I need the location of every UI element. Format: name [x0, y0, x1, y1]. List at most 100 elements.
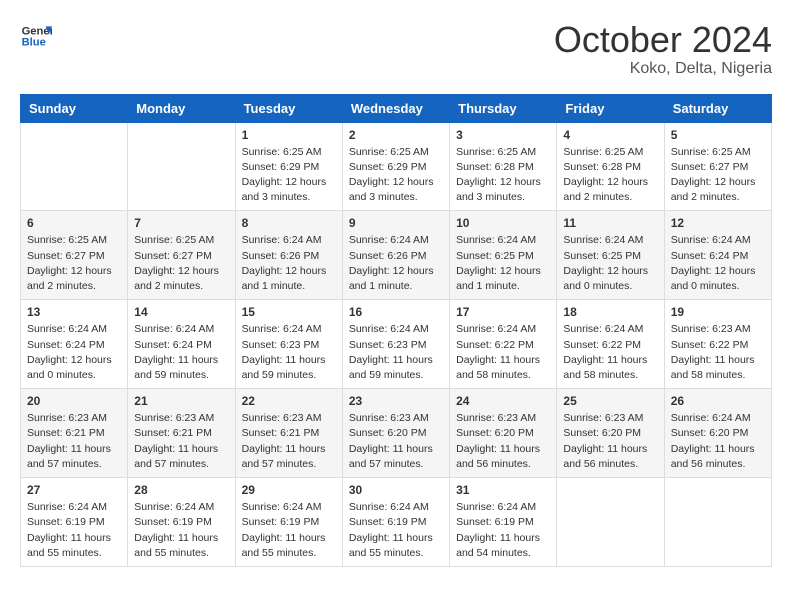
calendar-day-cell: 15Sunrise: 6:24 AM Sunset: 6:23 PM Dayli… [235, 300, 342, 389]
calendar-day-cell: 12 Sunrise: 6:24 AM Sunset: 6:24 PM Dayli… [664, 211, 771, 300]
day-info: Sunrise: 6:23 AM Sunset: 6:21 PM Dayligh… [134, 411, 228, 472]
day-number: 30 [349, 483, 443, 497]
calendar-week-row: 20 Sunrise: 6:23 AM Sunset: 6:21 PM Dayli… [21, 389, 772, 478]
day-number: 7 [134, 216, 228, 230]
calendar-day-cell: 18 Sunrise: 6:24 AM Sunset: 6:22 PM Dayli… [557, 300, 664, 389]
calendar-day-cell: 27 Sunrise: 6:24 AM Sunset: 6:19 PM Dayli… [21, 478, 128, 567]
day-number: 16 [349, 305, 443, 319]
calendar-day-cell: 11 Sunrise: 6:24 AM Sunset: 6:25 PM Dayli… [557, 211, 664, 300]
calendar-day-cell: 7 Sunrise: 6:25 AM Sunset: 6:27 PM Daylig… [128, 211, 235, 300]
calendar-week-row: 27 Sunrise: 6:24 AM Sunset: 6:19 PM Dayli… [21, 478, 772, 567]
calendar-day-cell: 5Sunrise: 6:25 AM Sunset: 6:27 PM Daylig… [664, 122, 771, 211]
day-info: Sunrise: 6:23 AM Sunset: 6:21 PM Dayligh… [242, 411, 336, 472]
calendar-day-cell: 6Sunrise: 6:25 AM Sunset: 6:27 PM Daylig… [21, 211, 128, 300]
day-number: 4 [563, 128, 657, 142]
logo-icon: General Blue [20, 20, 52, 52]
calendar-day-cell: 19 Sunrise: 6:23 AM Sunset: 6:22 PM Dayli… [664, 300, 771, 389]
calendar-day-cell: 30 Sunrise: 6:24 AM Sunset: 6:19 PM Dayli… [342, 478, 449, 567]
day-number: 18 [563, 305, 657, 319]
calendar-day-cell: 9 Sunrise: 6:24 AM Sunset: 6:26 PM Daylig… [342, 211, 449, 300]
calendar-day-cell [21, 122, 128, 211]
day-number: 3 [456, 128, 550, 142]
day-info: Sunrise: 6:24 AM Sunset: 6:19 PM Dayligh… [349, 500, 443, 561]
day-of-week-header: Thursday [450, 94, 557, 122]
day-info: Sunrise: 6:25 AM Sunset: 6:29 PM Dayligh… [242, 145, 336, 206]
calendar-location: Koko, Delta, Nigeria [554, 60, 772, 78]
day-number: 19 [671, 305, 765, 319]
day-info: Sunrise: 6:23 AM Sunset: 6:22 PM Dayligh… [671, 322, 765, 383]
day-number: 9 [349, 216, 443, 230]
day-number: 26 [671, 394, 765, 408]
day-number: 28 [134, 483, 228, 497]
day-number: 23 [349, 394, 443, 408]
day-info: Sunrise: 6:25 AM Sunset: 6:27 PM Dayligh… [134, 233, 228, 294]
day-info: Sunrise: 6:23 AM Sunset: 6:20 PM Dayligh… [349, 411, 443, 472]
day-number: 25 [563, 394, 657, 408]
day-info: Sunrise: 6:25 AM Sunset: 6:29 PM Dayligh… [349, 145, 443, 206]
day-number: 22 [242, 394, 336, 408]
day-number: 20 [27, 394, 121, 408]
calendar-week-row: 13Sunrise: 6:24 AM Sunset: 6:24 PM Dayli… [21, 300, 772, 389]
day-info: Sunrise: 6:24 AM Sunset: 6:26 PM Dayligh… [349, 233, 443, 294]
calendar-day-cell [557, 478, 664, 567]
calendar-day-cell: 1 Sunrise: 6:25 AM Sunset: 6:29 PM Daylig… [235, 122, 342, 211]
day-info: Sunrise: 6:24 AM Sunset: 6:25 PM Dayligh… [563, 233, 657, 294]
calendar-day-cell: 21 Sunrise: 6:23 AM Sunset: 6:21 PM Dayli… [128, 389, 235, 478]
day-info: Sunrise: 6:24 AM Sunset: 6:19 PM Dayligh… [456, 500, 550, 561]
calendar-title-block: October 2024 Koko, Delta, Nigeria [554, 20, 772, 78]
day-info: Sunrise: 6:24 AM Sunset: 6:24 PM Dayligh… [134, 322, 228, 383]
calendar-header-row: SundayMondayTuesdayWednesdayThursdayFrid… [21, 94, 772, 122]
day-info: Sunrise: 6:24 AM Sunset: 6:23 PM Dayligh… [349, 322, 443, 383]
day-number: 21 [134, 394, 228, 408]
calendar-day-cell: 31 Sunrise: 6:24 AM Sunset: 6:19 PM Dayli… [450, 478, 557, 567]
calendar-day-cell: 29Sunrise: 6:24 AM Sunset: 6:19 PM Dayli… [235, 478, 342, 567]
day-number: 31 [456, 483, 550, 497]
calendar-day-cell: 8Sunrise: 6:24 AM Sunset: 6:26 PM Daylig… [235, 211, 342, 300]
day-number: 1 [242, 128, 336, 142]
calendar-week-row: 1 Sunrise: 6:25 AM Sunset: 6:29 PM Daylig… [21, 122, 772, 211]
calendar-day-cell: 24Sunrise: 6:23 AM Sunset: 6:20 PM Dayli… [450, 389, 557, 478]
calendar-day-cell: 4 Sunrise: 6:25 AM Sunset: 6:28 PM Daylig… [557, 122, 664, 211]
day-of-week-header: Friday [557, 94, 664, 122]
calendar-body: 1 Sunrise: 6:25 AM Sunset: 6:29 PM Daylig… [21, 122, 772, 566]
day-of-week-header: Saturday [664, 94, 771, 122]
day-number: 27 [27, 483, 121, 497]
calendar-day-cell: 28 Sunrise: 6:24 AM Sunset: 6:19 PM Dayli… [128, 478, 235, 567]
day-number: 14 [134, 305, 228, 319]
calendar-day-cell [664, 478, 771, 567]
calendar-month-year: October 2024 [554, 20, 772, 60]
calendar-day-cell: 26 Sunrise: 6:24 AM Sunset: 6:20 PM Dayli… [664, 389, 771, 478]
day-number: 6 [27, 216, 121, 230]
day-info: Sunrise: 6:25 AM Sunset: 6:28 PM Dayligh… [456, 145, 550, 206]
day-info: Sunrise: 6:24 AM Sunset: 6:22 PM Dayligh… [456, 322, 550, 383]
day-number: 17 [456, 305, 550, 319]
day-of-week-header: Monday [128, 94, 235, 122]
calendar-day-cell [128, 122, 235, 211]
calendar-day-cell: 13Sunrise: 6:24 AM Sunset: 6:24 PM Dayli… [21, 300, 128, 389]
day-info: Sunrise: 6:24 AM Sunset: 6:22 PM Dayligh… [563, 322, 657, 383]
logo: General Blue [20, 20, 52, 52]
day-of-week-header: Wednesday [342, 94, 449, 122]
svg-text:Blue: Blue [22, 37, 46, 49]
day-info: Sunrise: 6:25 AM Sunset: 6:27 PM Dayligh… [671, 145, 765, 206]
day-of-week-header: Tuesday [235, 94, 342, 122]
calendar-day-cell: 22 Sunrise: 6:23 AM Sunset: 6:21 PM Dayli… [235, 389, 342, 478]
calendar-day-cell: 17 Sunrise: 6:24 AM Sunset: 6:22 PM Dayli… [450, 300, 557, 389]
page-header: General Blue October 2024 Koko, Delta, N… [20, 20, 772, 78]
day-of-week-header: Sunday [21, 94, 128, 122]
day-number: 8 [242, 216, 336, 230]
day-info: Sunrise: 6:24 AM Sunset: 6:24 PM Dayligh… [27, 322, 121, 383]
day-info: Sunrise: 6:25 AM Sunset: 6:28 PM Dayligh… [563, 145, 657, 206]
day-info: Sunrise: 6:24 AM Sunset: 6:24 PM Dayligh… [671, 233, 765, 294]
calendar-day-cell: 25Sunrise: 6:23 AM Sunset: 6:20 PM Dayli… [557, 389, 664, 478]
day-info: Sunrise: 6:24 AM Sunset: 6:19 PM Dayligh… [134, 500, 228, 561]
calendar-day-cell: 23 Sunrise: 6:23 AM Sunset: 6:20 PM Dayli… [342, 389, 449, 478]
day-info: Sunrise: 6:24 AM Sunset: 6:19 PM Dayligh… [27, 500, 121, 561]
day-number: 11 [563, 216, 657, 230]
day-info: Sunrise: 6:23 AM Sunset: 6:21 PM Dayligh… [27, 411, 121, 472]
day-number: 12 [671, 216, 765, 230]
day-info: Sunrise: 6:24 AM Sunset: 6:25 PM Dayligh… [456, 233, 550, 294]
day-number: 15 [242, 305, 336, 319]
day-info: Sunrise: 6:24 AM Sunset: 6:20 PM Dayligh… [671, 411, 765, 472]
day-number: 29 [242, 483, 336, 497]
